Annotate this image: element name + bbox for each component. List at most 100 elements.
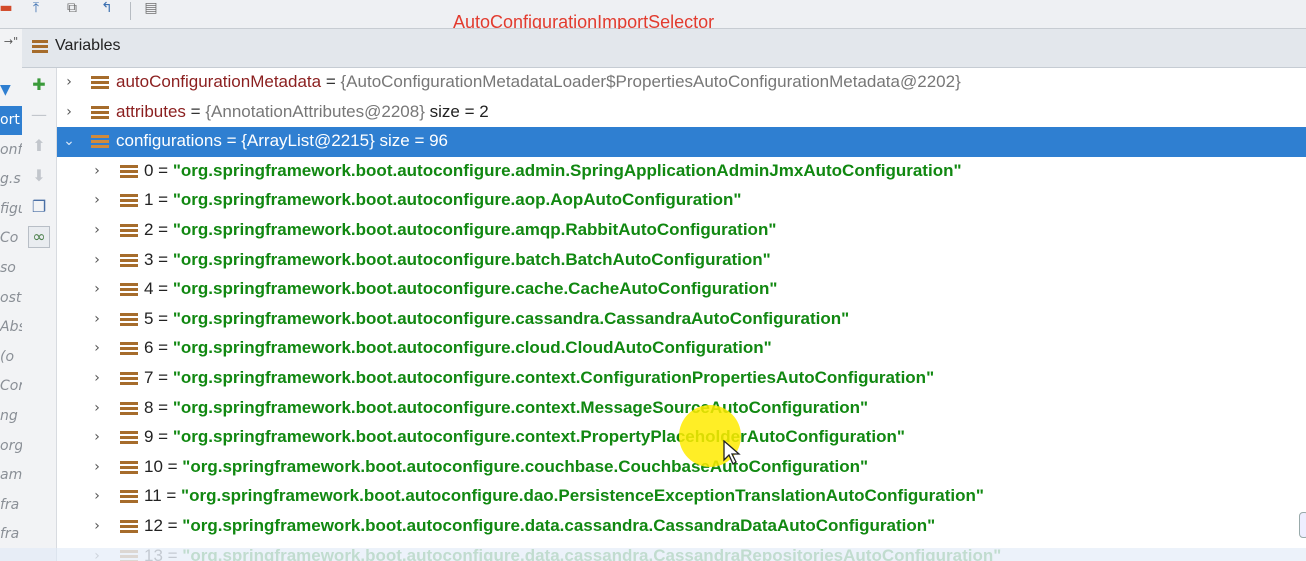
string-value: "org.springframework.boot.autoconfigure.… xyxy=(172,220,777,239)
bottom-decoration xyxy=(0,548,1306,561)
frame-item[interactable]: fra xyxy=(0,520,22,549)
frame-item[interactable]: fra xyxy=(0,491,22,520)
variables-side-toolbar: ✚ — ⬆ ⬇ ❐ ∞ xyxy=(22,68,57,561)
frame-item[interactable]: ost xyxy=(0,284,22,313)
frame-item[interactable]: figu xyxy=(0,195,22,224)
variable-row[interactable]: › attributes = {AnnotationAttributes@2208… xyxy=(57,98,1306,128)
field-icon xyxy=(91,135,109,149)
watches-toggle-icon[interactable]: ∞ xyxy=(28,226,50,248)
run-to-cursor-icon[interactable]: ⧉ xyxy=(62,0,82,16)
string-value: "org.springframework.boot.autoconfigure.… xyxy=(172,190,742,210)
scrollbar-handle[interactable] xyxy=(1299,512,1306,538)
remove-watch-icon[interactable]: — xyxy=(28,104,50,126)
list-index: 10 = xyxy=(144,456,178,476)
expand-chevron-icon[interactable]: › xyxy=(90,223,104,237)
expand-chevron-icon[interactable]: › xyxy=(90,282,104,296)
expand-chevron-icon[interactable]: › xyxy=(90,401,104,415)
list-item[interactable]: › 11 = "org.springframework.boot.autoconf… xyxy=(57,482,1306,512)
variable-row[interactable]: › autoConfigurationMetadata = {AutoConfig… xyxy=(57,68,1306,98)
frame-item[interactable]: Co xyxy=(0,224,22,253)
list-index: 0 = xyxy=(144,160,169,180)
step-out-icon[interactable]: ⤒ xyxy=(26,0,46,16)
variable-name: autoConfigurationMetadata xyxy=(116,72,322,91)
expand-chevron-icon[interactable]: › xyxy=(90,253,104,267)
toolbar-separator xyxy=(130,2,131,20)
list-item[interactable]: › 0 = "org.springframework.boot.autoconfi… xyxy=(57,157,1306,187)
list-index: 8 = xyxy=(144,397,169,417)
list-item[interactable]: › 2 = "org.springframework.boot.autoconfi… xyxy=(57,216,1306,246)
list-item[interactable]: › 4 = "org.springframework.boot.autoconfi… xyxy=(57,275,1306,305)
frame-item[interactable]: ng xyxy=(0,402,22,431)
variable-name: configurations xyxy=(116,131,222,151)
expand-chevron-icon[interactable]: › xyxy=(90,312,104,326)
frame-item[interactable]: org xyxy=(0,432,22,461)
string-value: "org.springframework.boot.autoconfigure.… xyxy=(172,338,772,358)
list-item[interactable]: › 5 = "org.springframework.boot.autoconfi… xyxy=(57,305,1306,335)
move-down-icon[interactable]: ⬇ xyxy=(28,165,50,187)
variable-op: = xyxy=(325,72,336,91)
frame-item[interactable]: so xyxy=(0,254,22,283)
expand-chevron-icon[interactable]: › xyxy=(62,105,76,119)
variables-icon xyxy=(32,40,48,54)
expand-chevron-icon[interactable]: › xyxy=(90,341,104,355)
list-item[interactable]: › 8 = "org.springframework.boot.autoconfi… xyxy=(57,394,1306,424)
list-item[interactable]: › 1 = "org.springframework.boot.autoconfi… xyxy=(57,186,1306,216)
frame-item[interactable]: ort xyxy=(0,106,22,135)
variable-ref: {AutoConfigurationMetadataLoader$Propert… xyxy=(340,72,961,91)
list-index: 4 = xyxy=(144,279,169,299)
field-icon xyxy=(91,105,109,120)
list-index: 5 = xyxy=(144,308,169,328)
string-value: "org.springframework.boot.autoconfigure.… xyxy=(172,160,962,180)
field-icon xyxy=(120,342,138,356)
collapse-chevron-icon[interactable]: ⌄ xyxy=(62,134,76,148)
field-icon xyxy=(120,401,138,416)
field-icon xyxy=(120,372,138,386)
frame-item[interactable]: onf xyxy=(0,136,22,165)
expand-chevron-icon[interactable]: › xyxy=(90,430,104,444)
copy-icon[interactable]: ❐ xyxy=(28,196,50,218)
frame-item[interactable]: (o xyxy=(0,343,22,372)
variables-tree: › autoConfigurationMetadata = {AutoConfig… xyxy=(57,68,1306,561)
list-item[interactable]: › 3 = "org.springframework.boot.autoconfi… xyxy=(57,246,1306,276)
variable-op: = xyxy=(190,101,201,121)
list-item[interactable]: › 12 = "org.springframework.boot.autoconf… xyxy=(57,512,1306,542)
field-icon xyxy=(120,460,138,475)
frame-item[interactable]: Abs xyxy=(0,313,22,342)
list-item[interactable]: › 10 = "org.springframework.boot.autoconf… xyxy=(57,453,1306,483)
panel-title: Variables xyxy=(55,37,121,54)
list-item[interactable]: › 7 = "org.springframework.boot.autoconfi… xyxy=(57,364,1306,394)
list-item[interactable]: › 6 = "org.springframework.boot.autoconfi… xyxy=(57,334,1306,364)
frame-item[interactable]: Cor xyxy=(0,372,22,401)
variables-panel-header: Variables xyxy=(22,29,1306,68)
field-icon xyxy=(120,164,138,179)
expand-chevron-icon[interactable]: › xyxy=(90,489,104,503)
string-value: "org.springframework.boot.autoconfigure.… xyxy=(182,456,869,476)
calculator-icon[interactable]: ▤ xyxy=(141,0,161,16)
string-value: "org.springframework.boot.autoconfigure.… xyxy=(181,486,984,506)
expand-chevron-icon[interactable]: › xyxy=(90,371,104,385)
expand-chevron-icon[interactable]: › xyxy=(90,164,104,178)
field-icon xyxy=(120,520,138,534)
variable-row[interactable]: ⌄ configurations = {ArrayList@2215} size … xyxy=(57,127,1306,157)
evaluate-expression-icon[interactable]: ↰ xyxy=(97,0,117,16)
string-value: "org.springframework.boot.autoconfigure.… xyxy=(172,397,869,417)
field-icon xyxy=(91,76,109,90)
expand-chevron-icon[interactable]: › xyxy=(90,460,104,474)
move-up-icon[interactable]: ⬆ xyxy=(28,135,50,157)
list-index: 3 = xyxy=(144,249,169,269)
expand-chevron-icon[interactable]: › xyxy=(90,193,104,207)
list-index: 12 = xyxy=(144,516,178,535)
step-into-icon[interactable]: ▬ xyxy=(0,0,16,16)
expand-chevron-icon[interactable]: › xyxy=(90,519,104,533)
variable-ref: {ArrayList@2215} xyxy=(241,131,375,151)
string-value: "org.springframework.boot.autoconfigure.… xyxy=(182,516,936,535)
expand-chevron-icon[interactable]: › xyxy=(62,75,76,89)
field-icon xyxy=(120,431,138,445)
frame-item[interactable]: g.s xyxy=(0,165,22,194)
restore-layout-icon[interactable]: →" xyxy=(0,35,22,48)
frame-item[interactable]: am xyxy=(0,461,22,490)
filter-icon[interactable]: ▼ xyxy=(0,76,22,105)
field-icon xyxy=(120,194,138,208)
list-index: 1 = xyxy=(144,190,169,210)
add-watch-icon[interactable]: ✚ xyxy=(28,74,50,96)
